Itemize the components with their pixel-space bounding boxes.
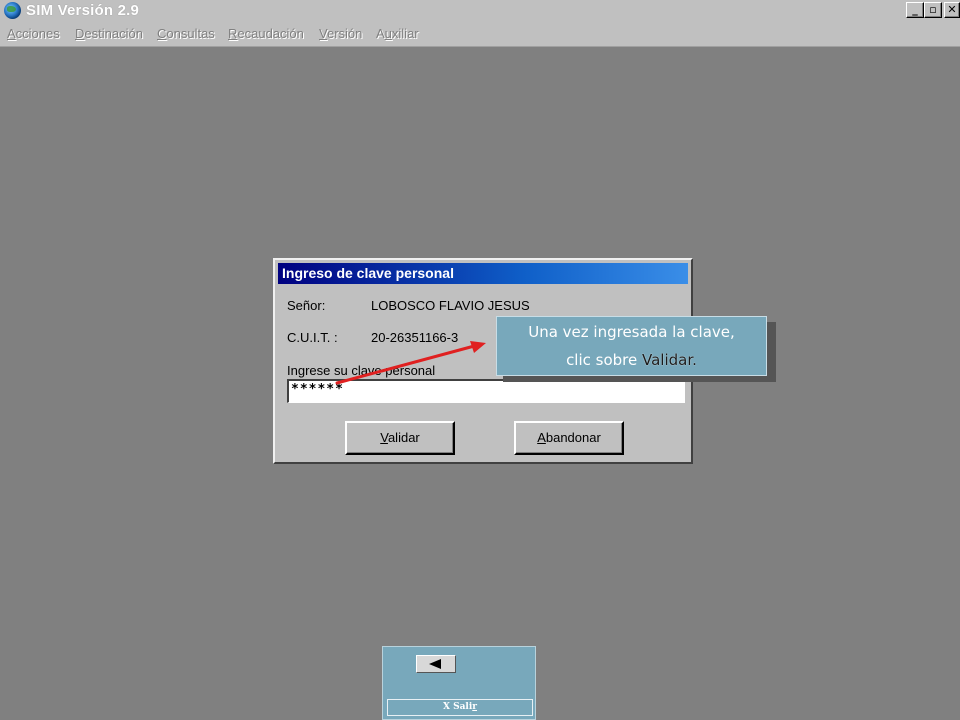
tooltip-line-1: Una vez ingresada la clave, [528,323,735,341]
instruction-tooltip: Una vez ingresada la clave, clic sobre V… [496,316,767,376]
password-input[interactable]: ****** [287,379,685,403]
exit-button[interactable]: X Salir [387,699,533,716]
back-arrow-button[interactable] [416,655,456,673]
cuit-label: C.U.I.T. : [287,330,338,345]
menu-destinacion[interactable]: Destinación [75,26,143,41]
menu-version[interactable]: Versión [319,26,362,41]
close-button[interactable]: ✕ [944,2,960,18]
menu-acciones[interactable]: Acciones [7,26,60,41]
window-title: SIM Versión 2.9 [26,2,140,19]
dialog-title: Ingreso de clave personal [278,263,688,284]
menu-bar: Acciones Destinación Consultas Recaudaci… [0,22,960,47]
menu-auxiliar[interactable]: Auxiliar [376,26,419,41]
menu-recaudacion[interactable]: Recaudación [228,26,304,41]
validate-button[interactable]: Validar [345,421,455,455]
senor-value: LOBOSCO FLAVIO JESUS [371,298,530,313]
cuit-value: 20-26351166-3 [371,330,459,345]
menu-consultas[interactable]: Consultas [157,26,215,41]
minimize-button[interactable]: _ [906,2,924,18]
window-title-bar: SIM Versión 2.9 _ ▫ ✕ [0,0,960,22]
senor-label: Señor: [287,298,326,313]
navigation-panel: X Salir [382,646,536,720]
globe-app-icon [4,2,21,19]
maximize-button[interactable]: ▫ [924,2,942,18]
tooltip-line-2: clic sobre Validar. [566,351,697,369]
password-label: Ingrese su clave personal [287,363,436,378]
abandon-button[interactable]: Abandonar [514,421,624,455]
